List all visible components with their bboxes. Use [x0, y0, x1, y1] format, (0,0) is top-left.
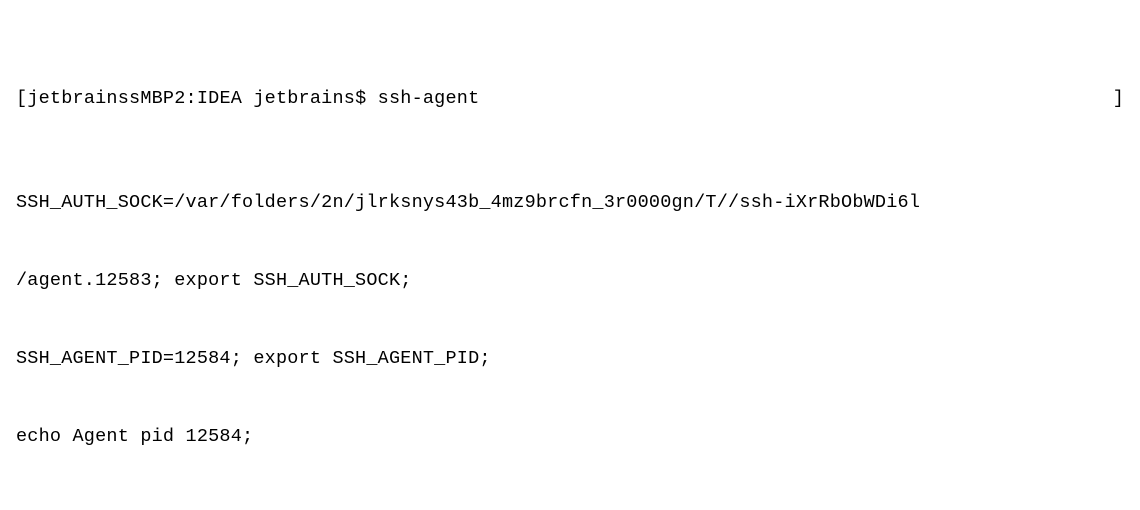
bracket-open: [: [16, 88, 27, 109]
prompt-line-1: [jetbrainssMBP2:IDEA jetbrains$ ssh-agen…: [16, 86, 1124, 112]
output-auth-sock-1: SSH_AUTH_SOCK=/var/folders/2n/jlrksnys43…: [16, 190, 1124, 216]
bracket-close: ]: [1113, 86, 1124, 112]
command-ssh-agent: ssh-agent: [378, 88, 480, 109]
output-agent-pid: SSH_AGENT_PID=12584; export SSH_AGENT_PI…: [16, 346, 1124, 372]
terminal-session[interactable]: [jetbrainssMBP2:IDEA jetbrains$ ssh-agen…: [0, 0, 1140, 510]
output-auth-sock-2: /agent.12583; export SSH_AUTH_SOCK;: [16, 268, 1124, 294]
prompt: jetbrainssMBP2:IDEA jetbrains$: [27, 88, 377, 109]
output-echo-pid: echo Agent pid 12584;: [16, 424, 1124, 450]
